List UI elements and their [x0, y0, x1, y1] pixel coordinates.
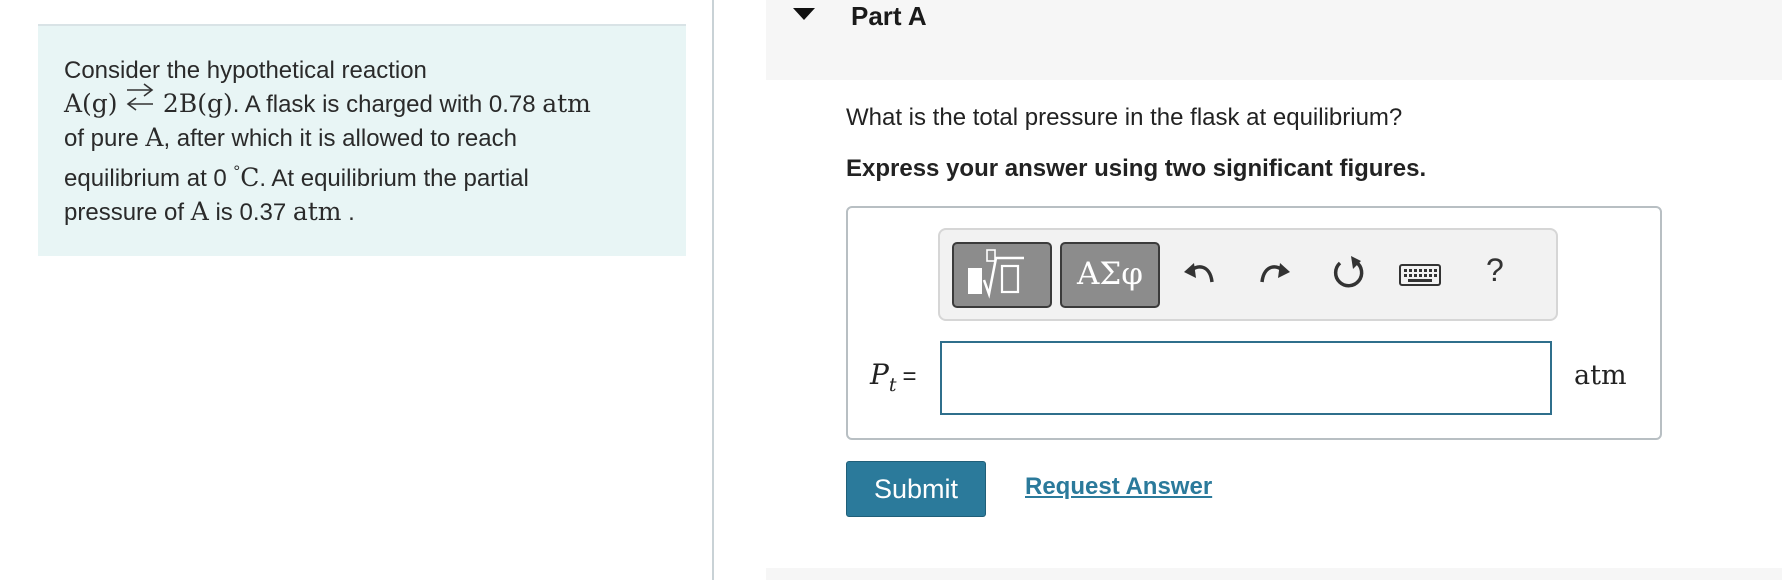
problem-line-4: equilibrium at 0 °C. At equilibrium the … [64, 155, 660, 195]
text: . At equilibrium the partial [259, 165, 529, 192]
greek-symbols-button[interactable]: ΑΣφ [1060, 242, 1160, 308]
templates-icon [968, 249, 1024, 299]
product: 2B(g) [162, 89, 233, 118]
equilibrium-arrows-icon [124, 83, 156, 118]
question-text: What is the total pressure in the flask … [846, 104, 1403, 131]
text: of pure [64, 125, 146, 152]
collapse-triangle-icon[interactable] [793, 8, 815, 20]
reset-icon[interactable] [1326, 252, 1370, 296]
variable: P [870, 358, 889, 391]
answer-unit: atm [1574, 360, 1627, 391]
keyboard-icon[interactable] [1398, 252, 1442, 296]
request-answer-link[interactable]: Request Answer [1025, 473, 1212, 501]
text: equilibrium at 0 [64, 165, 234, 192]
unit-atm: atm [292, 197, 342, 226]
text: pressure of [64, 199, 191, 226]
text: is 0.37 [208, 199, 293, 226]
unit-atm: atm [542, 89, 591, 118]
math-toolbar: ΑΣφ ? [938, 228, 1558, 321]
redo-icon[interactable] [1252, 252, 1296, 296]
problem-text-after-eq: . A flask is charged with 0.78 [232, 91, 543, 118]
celsius-unit: C [240, 163, 260, 192]
problem-line-5: pressure of A is 0.37 atm . [64, 195, 660, 229]
part-title[interactable]: Part A [851, 1, 927, 32]
species-a: A [145, 123, 164, 152]
instruction-text: Express your answer using two significan… [846, 155, 1427, 182]
templates-button[interactable] [952, 242, 1052, 308]
undo-icon[interactable] [1178, 252, 1222, 296]
next-section-strip [766, 568, 1782, 580]
reactant: A(g) [64, 89, 118, 118]
answer-variable-label: Pt = [870, 358, 917, 396]
text: , after which it is allowed to reach [163, 125, 517, 152]
problem-statement: Consider the hypothetical reaction A(g) … [64, 54, 660, 229]
submit-button[interactable]: Submit [846, 461, 986, 517]
species-a: A [190, 197, 209, 226]
text: . [341, 199, 355, 226]
variable-subscript: t [888, 374, 897, 396]
problem-line-2: A(g) 2B(g). A flask is charged with 0.78… [64, 83, 660, 121]
answer-input[interactable] [940, 341, 1552, 415]
equals-sign: = [902, 363, 917, 390]
problem-line-3: of pure A, after which it is allowed to … [64, 121, 660, 155]
problem-panel: Consider the hypothetical reaction A(g) … [38, 24, 686, 256]
help-icon[interactable]: ? [1486, 252, 1504, 289]
panel-divider [712, 0, 714, 580]
